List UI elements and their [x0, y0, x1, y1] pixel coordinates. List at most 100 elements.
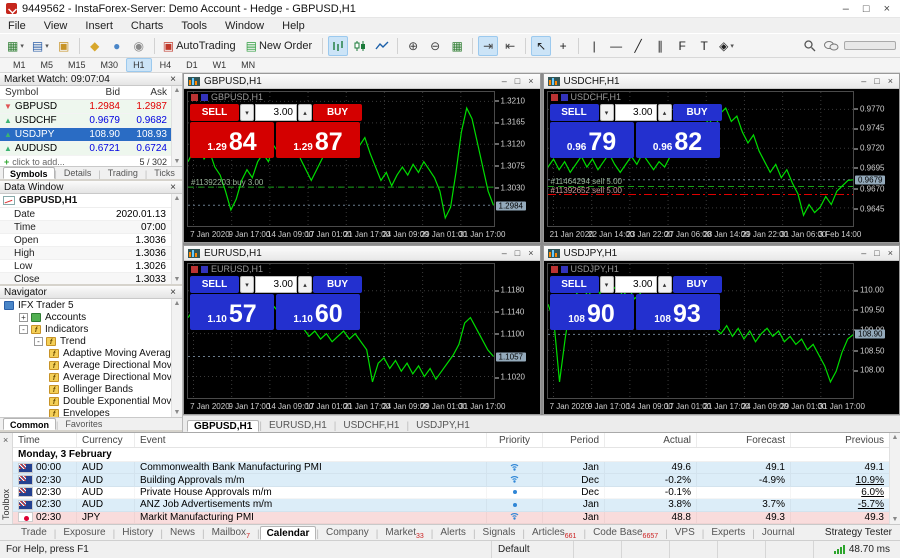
- add-symbol-row[interactable]: + click to add... 5 / 302: [0, 156, 171, 166]
- timeframe-m1[interactable]: M1: [6, 58, 33, 72]
- navigator-item[interactable]: f Adaptive Moving Average: [0, 347, 171, 359]
- text-label-icon[interactable]: T: [694, 36, 714, 56]
- navigator-item[interactable]: + Accounts: [0, 311, 171, 323]
- volume-decrease-button[interactable]: ▾: [240, 104, 254, 121]
- navigator-icon[interactable]: ●: [107, 36, 127, 56]
- chart-tab-usdjpy,h1[interactable]: USDJPY,H1: [409, 420, 477, 432]
- toolbox-tab-news[interactable]: News: [163, 526, 202, 540]
- crosshair-icon[interactable]: +: [553, 36, 573, 56]
- scroll-down-icon[interactable]: ▼: [174, 276, 181, 283]
- chart-close-button[interactable]: ×: [888, 76, 893, 86]
- buy-button[interactable]: BUY: [672, 276, 722, 293]
- sell-price-display[interactable]: 108 90: [549, 294, 634, 330]
- volume-input[interactable]: [255, 104, 297, 121]
- vertical-line-icon[interactable]: |: [584, 36, 604, 56]
- zoom-out-icon[interactable]: ⊖: [425, 36, 445, 56]
- timeframe-m15[interactable]: M15: [61, 58, 93, 72]
- data-window-scrollbar[interactable]: ▲ ▼: [171, 194, 182, 284]
- navigator-scrollbar[interactable]: ▲ ▼: [171, 299, 182, 417]
- volume-decrease-button[interactable]: ▾: [599, 276, 614, 293]
- volume-decrease-button[interactable]: ▾: [599, 104, 614, 121]
- menu-file[interactable]: File: [8, 20, 26, 32]
- sell-button[interactable]: SELL: [190, 104, 239, 121]
- auto-scroll-icon[interactable]: ⇥: [478, 35, 499, 56]
- navigator-close-icon[interactable]: ×: [168, 287, 178, 298]
- menu-help[interactable]: Help: [282, 20, 305, 32]
- chart-window-titlebar[interactable]: USDCHF,H1 – □ ×: [543, 74, 899, 89]
- navigator-item[interactable]: IFX Trader 5: [0, 299, 171, 311]
- chart-minimize-button[interactable]: –: [861, 248, 866, 258]
- market-watch-tab-symbols[interactable]: Symbols: [3, 167, 55, 179]
- market-watch-tab-ticks[interactable]: Ticks: [147, 167, 182, 179]
- chart-minimize-button[interactable]: –: [502, 76, 507, 86]
- chart-shift-icon[interactable]: ⇤: [500, 36, 520, 56]
- buy-button[interactable]: BUY: [672, 104, 722, 121]
- menu-tools[interactable]: Tools: [181, 20, 207, 32]
- timeframe-m5[interactable]: M5: [34, 58, 61, 72]
- scroll-up-icon[interactable]: ▲: [174, 87, 181, 94]
- market-watch-column-header[interactable]: Symbol Bid Ask: [0, 86, 171, 100]
- tile-windows-icon[interactable]: ▦: [447, 36, 467, 56]
- buy-price-display[interactable]: 1.10 60: [276, 294, 360, 330]
- menu-window[interactable]: Window: [225, 20, 264, 32]
- equidistant-channel-icon[interactable]: ∥: [650, 36, 670, 56]
- toolbox-tab-code-base[interactable]: Code Base6657: [586, 526, 665, 540]
- window-maximize-button[interactable]: □: [863, 3, 870, 15]
- chart-maximize-button[interactable]: □: [515, 76, 520, 86]
- timeframe-d1[interactable]: D1: [179, 58, 205, 72]
- calendar-column-header[interactable]: Time Currency Event Priority Period Actual For…: [13, 433, 889, 448]
- timeframe-m30[interactable]: M30: [94, 58, 126, 72]
- sell-button[interactable]: SELL: [190, 276, 239, 293]
- symbol-row-usdjpy[interactable]: ▲ USDJPY 108.90 108.93: [0, 128, 171, 142]
- scroll-down-icon[interactable]: ▼: [892, 516, 899, 523]
- navigator-item[interactable]: f Average Directional Movement: [0, 371, 171, 383]
- chart-minimize-button[interactable]: –: [861, 76, 866, 86]
- timeframe-mn[interactable]: MN: [234, 58, 262, 72]
- volume-decrease-button[interactable]: ▾: [240, 276, 254, 293]
- market-watch-scrollbar[interactable]: ▲ ▼: [171, 86, 182, 166]
- new-chart-icon[interactable]: ▦ ▾: [4, 36, 27, 56]
- symbol-row-gbpusd[interactable]: ▼ GBPUSD 1.2984 1.2987: [0, 100, 171, 114]
- chat-icon[interactable]: [821, 36, 842, 56]
- new-order-button[interactable]: ▤ New Order: [243, 36, 318, 56]
- volume-increase-button[interactable]: ▴: [657, 104, 672, 121]
- chart-canvas[interactable]: 110.00109.50109.00108.50108.00 108.90 7 …: [543, 261, 899, 414]
- toolbox-close-icon[interactable]: ×: [3, 435, 8, 445]
- toolbox-window-icon[interactable]: ▣: [54, 36, 74, 56]
- chart-canvas[interactable]: #11464294 sell 5.00 #11392652 sell 5.00 0…: [543, 89, 899, 242]
- objects-icon[interactable]: ◈ ▾: [716, 36, 737, 56]
- calendar-event-row[interactable]: 02:30 AUD Private House Approvals m/m De…: [13, 486, 889, 500]
- chart-canvas[interactable]: 1.1180 1.1140 1.1100 1.1020 1.1057 7 Jan 20…: [184, 261, 540, 414]
- market-watch-tab-details[interactable]: Details: [57, 167, 99, 179]
- trendline-icon[interactable]: ╱: [628, 36, 648, 56]
- chart-close-button[interactable]: ×: [528, 76, 533, 86]
- sell-price-display[interactable]: 1.10 57: [190, 294, 274, 330]
- volume-input[interactable]: [614, 276, 657, 293]
- dropdown-arrow-icon[interactable]: ▾: [730, 42, 734, 50]
- volume-input[interactable]: [614, 104, 657, 121]
- data-window-close-icon[interactable]: ×: [168, 182, 178, 193]
- menu-view[interactable]: View: [44, 20, 68, 32]
- calendar-event-row[interactable]: 02:30 AUD Building Approvals m/m Dec -0.…: [13, 474, 889, 487]
- chart-maximize-button[interactable]: □: [515, 248, 520, 258]
- tree-expand-icon[interactable]: -: [34, 336, 43, 346]
- calendar-event-row[interactable]: 02:30 JPY Markit Manufacturing PMI Jan 4…: [13, 511, 889, 524]
- scroll-up-icon[interactable]: ▲: [174, 300, 181, 307]
- toolbox-tab-vps[interactable]: VPS: [668, 526, 702, 540]
- horizontal-line-icon[interactable]: —: [606, 36, 626, 56]
- navigator-item[interactable]: f Bollinger Bands: [0, 383, 171, 395]
- toolbox-tab-history[interactable]: History: [115, 526, 160, 540]
- buy-button[interactable]: BUY: [313, 104, 362, 121]
- menu-insert[interactable]: Insert: [85, 20, 113, 32]
- volume-increase-button[interactable]: ▴: [298, 104, 312, 121]
- navigator-item[interactable]: f Average Directional Movement: [0, 359, 171, 371]
- autotrading-button[interactable]: ▣ AutoTrading: [160, 36, 241, 56]
- scroll-down-icon[interactable]: ▼: [174, 158, 181, 165]
- cursor-icon[interactable]: ↖: [531, 35, 552, 56]
- toolbox-tab-experts[interactable]: Experts: [704, 526, 752, 540]
- menu-charts[interactable]: Charts: [131, 20, 163, 32]
- bar-chart-icon[interactable]: [328, 35, 349, 56]
- toolbox-tab-company[interactable]: Company: [319, 526, 376, 540]
- toolbox-tab-signals[interactable]: Signals: [476, 526, 523, 540]
- chart-window-titlebar[interactable]: USDJPY,H1 – □ ×: [543, 246, 899, 261]
